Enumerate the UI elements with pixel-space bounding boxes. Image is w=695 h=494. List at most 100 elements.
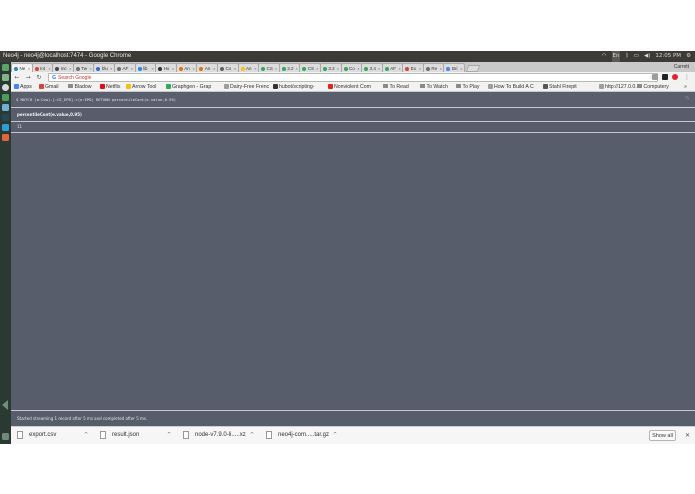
tab-close-icon[interactable]: × (234, 64, 236, 72)
bookmark-item[interactable]: Computery (637, 83, 669, 92)
bookmark-item[interactable]: Apps (14, 83, 32, 92)
bookmark-item[interactable]: Nonviolent Com (328, 83, 371, 92)
browser-tab[interactable]: Ho × (155, 63, 177, 72)
browser-tab[interactable]: An × (196, 63, 218, 72)
extension-icon[interactable] (662, 74, 668, 80)
files-icon[interactable] (2, 74, 9, 81)
settings-gear-icon[interactable]: ⚙ (686, 51, 691, 62)
bookmark-item[interactable]: hubot/scripting- (273, 83, 314, 92)
bookmark-item[interactable]: Bladow (68, 83, 92, 92)
bookmark-item[interactable]: Netflix (100, 83, 120, 92)
tab-close-icon[interactable]: × (172, 64, 174, 72)
show-all-button[interactable]: Show all (649, 429, 676, 441)
bookmark-item[interactable]: http://127.0.0.1/ (599, 83, 641, 92)
browser-tab[interactable]: 3.4 × (361, 63, 383, 72)
tab-close-icon[interactable]: × (398, 64, 400, 72)
bluetooth-icon[interactable]: ᛒ (625, 51, 628, 62)
browser-tab[interactable]: Co × (340, 63, 363, 72)
browser-tab[interactable]: Bri × (443, 63, 466, 72)
download-item[interactable]: result.json ^ (94, 427, 174, 444)
tab-close-icon[interactable]: × (28, 64, 30, 72)
tab-close-icon[interactable]: × (254, 64, 256, 72)
monitor-icon[interactable] (2, 114, 9, 121)
trash-icon[interactable] (2, 433, 9, 440)
browser-tab[interactable]: CS × (299, 63, 321, 72)
tab-close-icon[interactable]: × (131, 64, 133, 72)
browser-tab[interactable]: Ex × (402, 63, 424, 72)
browser-tab[interactable]: Co × (216, 63, 239, 72)
more-bookmarks-icon[interactable]: » (684, 83, 687, 92)
browser-tab[interactable]: An × (175, 63, 198, 72)
omnibox[interactable]: G Search Google ☆ (48, 73, 658, 82)
browser-tab[interactable]: mc × (52, 63, 74, 72)
tab-close-icon[interactable]: × (295, 64, 297, 72)
bookmark-item[interactable]: Dairy-Free Frenc (224, 83, 269, 92)
query-bar[interactable]: $ MATCH (a:Cow)-[:CE_EPD]->(e:EPD) RETUR… (11, 92, 695, 106)
browser-tab[interactable]: AF × (113, 63, 136, 72)
bookmark-item[interactable]: How To Build A C (488, 83, 534, 92)
bookmark-item[interactable]: To Play (456, 83, 480, 92)
tab-close-icon[interactable]: × (378, 64, 380, 72)
close-icon[interactable]: ✕ (685, 427, 690, 444)
download-item[interactable]: export.csv ^ (11, 427, 91, 444)
tab-close-icon[interactable]: × (213, 64, 215, 72)
browser-tab[interactable]: lib × (134, 63, 157, 72)
opera-icon[interactable] (672, 74, 678, 80)
tab-close-icon[interactable]: × (316, 64, 318, 72)
tab-close-icon[interactable]: × (151, 64, 153, 72)
tab-close-icon[interactable]: × (357, 64, 359, 72)
battery-icon[interactable]: ▭ (634, 51, 639, 62)
bookmark-item[interactable]: Graphgen - Grap (166, 83, 211, 92)
extension-icon[interactable] (652, 74, 658, 80)
text-editor-icon[interactable] (2, 104, 9, 111)
edit-pencil-icon[interactable]: ✎ (685, 95, 690, 102)
tab-close-icon[interactable]: × (48, 64, 50, 72)
reload-icon[interactable]: ↻ (35, 73, 43, 82)
tab-close-icon[interactable]: × (419, 64, 421, 72)
tab-close-icon[interactable]: × (275, 64, 277, 72)
browser-tab[interactable]: Ne × (11, 63, 33, 72)
profile-name[interactable]: Carrett (674, 62, 689, 72)
tab-close-icon[interactable]: × (69, 64, 71, 72)
dash-icon[interactable] (2, 64, 9, 71)
tab-close-icon[interactable]: × (110, 64, 112, 72)
volume-icon[interactable]: ◀) (644, 51, 650, 62)
tab-close-icon[interactable]: × (90, 64, 92, 72)
browser-tab[interactable]: CS × (258, 63, 280, 72)
browser-tab[interactable]: 3.2 × (278, 63, 301, 72)
browser-tab[interactable]: Int × (31, 63, 54, 72)
browser-tab[interactable]: 3.2 × (319, 63, 342, 72)
software-center-icon[interactable] (2, 134, 9, 141)
new-tab-button[interactable] (465, 65, 481, 72)
keyboard-layout[interactable]: En (611, 51, 621, 62)
chevron-up-icon[interactable]: ^ (333, 427, 337, 444)
chevron-up-icon[interactable]: ^ (84, 427, 88, 444)
browser-tab[interactable]: blu × (93, 63, 115, 72)
tab-close-icon[interactable]: × (440, 64, 442, 72)
wifi-icon[interactable]: ◠ (602, 51, 607, 62)
chevron-up-icon[interactable]: ^ (167, 427, 171, 444)
menu-icon[interactable]: ⋮ (683, 73, 691, 82)
browser-tab[interactable]: An × (237, 63, 260, 72)
tab-close-icon[interactable]: × (460, 64, 462, 72)
download-item[interactable]: neo4j-com.....tar.gz ^ (260, 427, 340, 444)
clock[interactable]: 12:05 PM (655, 51, 681, 62)
tab-close-icon[interactable]: × (337, 64, 339, 72)
bookmark-item[interactable]: Arrow Tool (126, 83, 156, 92)
bookmark-item[interactable]: To Watch (420, 83, 448, 92)
cypher-query[interactable]: $ MATCH (a:Cow)-[:CE_EPD]->(e:EPD) RETUR… (16, 97, 176, 102)
bookmark-item[interactable]: Gmail (39, 83, 59, 92)
chrome-icon[interactable] (2, 84, 9, 91)
app-icon[interactable] (2, 124, 9, 131)
bookmark-item[interactable]: To Read (383, 83, 409, 92)
terminal-icon[interactable] (2, 94, 9, 101)
browser-tab[interactable]: AF × (381, 63, 404, 72)
chevron-up-icon[interactable]: ^ (250, 427, 254, 444)
back-arrow-icon[interactable]: ← (13, 73, 21, 82)
bookmark-item[interactable]: Stahl Firepit (543, 83, 577, 92)
forward-arrow-icon[interactable]: → (24, 73, 32, 82)
browser-tab[interactable]: Re × (422, 63, 445, 72)
browser-tab[interactable]: Tw × (72, 63, 95, 72)
download-item[interactable]: node-v7.9.0-li.....xz ^ (177, 427, 257, 444)
tab-close-icon[interactable]: × (193, 64, 195, 72)
